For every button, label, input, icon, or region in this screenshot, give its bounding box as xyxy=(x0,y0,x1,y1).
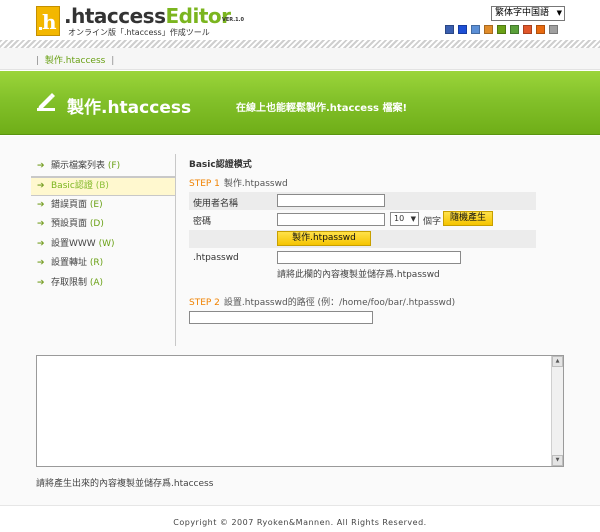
clip-icon[interactable] xyxy=(484,25,493,34)
username-label: 使用者名稱 xyxy=(193,199,239,209)
password-label: 密碼 xyxy=(193,217,212,227)
section-title: Basic認證模式 xyxy=(189,160,252,170)
sidebar-item-label: 設置WWW xyxy=(51,238,96,249)
copyright: Copyright © 2007 Ryoken&Mannen. All Righ… xyxy=(173,518,427,527)
page-subtitle: 在線上也能輕鬆製作.htaccess 檔案! xyxy=(236,103,408,114)
delicious-icon[interactable] xyxy=(458,25,467,34)
length-select[interactable]: 10 ▼ xyxy=(390,212,419,226)
htpasswd-path-input[interactable] xyxy=(189,311,373,324)
arrow-right-icon: ➔ xyxy=(37,219,45,229)
make-htpasswd-row: 製作.htpasswd xyxy=(189,230,536,248)
logo-version: VER.1.0 xyxy=(222,17,244,23)
page-banner: 製作.htaccess 在線上也能輕鬆製作.htaccess 檔案! xyxy=(0,71,600,135)
sidebar-item-key: (B) xyxy=(95,180,109,191)
sidebar-item-key: (W) xyxy=(98,238,115,249)
sidebar-divider xyxy=(175,154,176,346)
sidebar-item-key: (A) xyxy=(89,277,104,288)
language-select[interactable]: 繁体字中国語 ▼ xyxy=(491,6,565,21)
breadcrumb-current[interactable]: 製作.htaccess xyxy=(45,56,105,66)
page-title: 製作.htaccess xyxy=(67,98,192,118)
arrow-right-icon: ➔ xyxy=(37,161,45,171)
length-select-value: 10 xyxy=(394,214,405,223)
scroll-up-icon[interactable]: ▲ xyxy=(552,356,563,367)
htpasswd-label: .htpasswd xyxy=(193,253,239,263)
logo-title: .htaccessEditor xyxy=(64,4,231,28)
logo-title-part1: .htaccess xyxy=(64,4,166,28)
logo-icon: h xyxy=(36,6,60,36)
arrow-right-icon: ➔ xyxy=(37,180,45,191)
chevron-down-icon: ▼ xyxy=(410,215,416,223)
sidebar-item-label: 錯誤頁面 xyxy=(51,199,88,210)
f-bookmark-icon[interactable] xyxy=(523,25,532,34)
output-scrollbar[interactable]: ▲ ▼ xyxy=(551,356,563,466)
sidebar-item-label: 顯示檔案列表 xyxy=(51,161,106,171)
breadcrumb-separator: | xyxy=(111,56,115,66)
footer: Copyright © 2007 Ryoken&Mannen. All Righ… xyxy=(0,505,600,532)
logo-title-part2: Editor xyxy=(165,4,231,28)
password-input[interactable] xyxy=(277,213,385,226)
sidebar-item-key: (D) xyxy=(89,219,104,229)
password-row: 密碼 10 ▼ 個字 隨機產生 xyxy=(189,210,536,230)
breadcrumb: | 製作.htaccess | xyxy=(36,53,114,66)
sidebar-item-access-limit[interactable]: ➔ 存取限制 (A) xyxy=(31,274,175,294)
b-bookmark-icon[interactable] xyxy=(445,25,454,34)
username-row: 使用者名稱 xyxy=(189,192,536,210)
logo-letter: h xyxy=(42,10,57,34)
chevron-down-icon: ▼ xyxy=(556,9,562,17)
sidebar-item-key: (R) xyxy=(89,258,104,268)
ring-bookmark-icon[interactable] xyxy=(536,25,545,34)
step1-number: STEP 1 xyxy=(189,179,220,189)
header: h .htaccessEditor VER.1.0 オンライン版「.htacce… xyxy=(0,0,600,40)
sidebar-item-label: 預設頁面 xyxy=(51,219,88,229)
sidebar-item-default-page[interactable]: ➔ 預設頁面 (D) xyxy=(31,215,175,235)
header-stripe xyxy=(0,40,600,48)
arrow-right-icon: ➔ xyxy=(37,277,45,288)
sidebar-item-file-list[interactable]: ➔ 顯示檔案列表 (F) xyxy=(31,157,175,177)
livedoor-icon[interactable] xyxy=(510,25,519,34)
username-input[interactable] xyxy=(277,194,385,207)
language-select-value: 繁体字中国語 xyxy=(495,8,550,18)
pencil-icon xyxy=(37,93,55,111)
step2-number: STEP 2 xyxy=(189,298,220,308)
arrow-right-icon: ➔ xyxy=(37,258,45,268)
arrow-right-icon: ➔ xyxy=(37,238,45,249)
arrow-right-icon: ➔ xyxy=(37,199,45,210)
step2-heading: STEP 2 設置.htpasswd的路徑 (例：/home/foo/bar/.h… xyxy=(189,295,455,308)
output-note: 請將產生出來的內容複製並儲存爲.htaccess xyxy=(36,479,214,489)
random-generate-button[interactable]: 隨機產生 xyxy=(443,211,493,226)
sidebar-item-label: 設置轉址 xyxy=(51,258,88,268)
htpasswd-note: 請將此欄的內容複製並儲存爲.htpasswd xyxy=(277,270,440,280)
add-bookmark-icon[interactable] xyxy=(497,25,506,34)
htpasswd-output[interactable] xyxy=(277,251,461,264)
htpasswd-row: .htpasswd xyxy=(189,249,536,267)
step1-title: 製作.htpasswd xyxy=(223,179,288,189)
logo-subtitle: オンライン版「.htaccess」作成ツール xyxy=(68,28,210,37)
sidebar-item-label: 存取限制 xyxy=(51,277,88,288)
pc-bookmark-icon[interactable] xyxy=(471,25,480,34)
step1-heading: STEP 1 製作.htpasswd xyxy=(189,176,288,189)
breadcrumb-bar: | 製作.htaccess | xyxy=(0,48,600,70)
reddit-icon[interactable] xyxy=(549,25,558,34)
sidebar-item-label: Basic認證 xyxy=(51,180,93,191)
scroll-down-icon[interactable]: ▼ xyxy=(552,455,563,466)
sidebar-item-key: (F) xyxy=(107,161,121,171)
sidebar-item-www[interactable]: ➔ 設置WWW (W) xyxy=(31,235,175,255)
breadcrumb-separator: | xyxy=(36,56,40,66)
sidebar-item-basic-auth[interactable]: ➔ Basic認證 (B) xyxy=(31,176,175,196)
sidebar: ➔ 顯示檔案列表 (F) ➔ Basic認證 (B) ➔ 錯誤頁面 (E) ➔ … xyxy=(31,157,175,293)
step2-title: 設置.htpasswd的路徑 (例：/home/foo/bar/.htpassw… xyxy=(223,298,456,308)
sidebar-item-error-page[interactable]: ➔ 錯誤頁面 (E) xyxy=(31,196,175,216)
sidebar-item-redirect[interactable]: ➔ 設置轉址 (R) xyxy=(31,254,175,274)
make-htpasswd-button[interactable]: 製作.htpasswd xyxy=(277,231,371,246)
length-unit: 個字 xyxy=(423,217,442,227)
htaccess-output[interactable]: ▲ ▼ xyxy=(36,355,564,467)
sidebar-item-key: (E) xyxy=(89,199,103,210)
logo-dot xyxy=(39,27,42,30)
